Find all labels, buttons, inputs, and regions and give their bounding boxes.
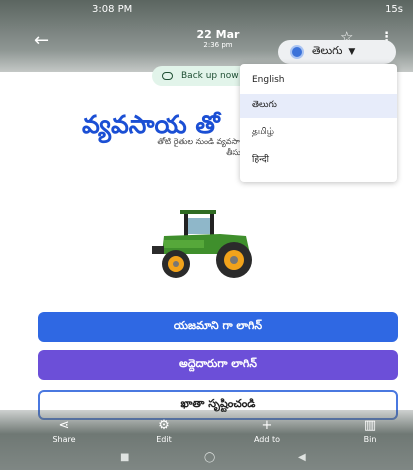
- share-icon: ⋖: [58, 418, 70, 433]
- subtitle-line-2: తీసుకోం: [226, 148, 250, 157]
- share-label: Share: [52, 435, 76, 444]
- bin-tool[interactable]: ▥ Bin: [340, 418, 400, 444]
- add-label: Add to: [253, 435, 281, 444]
- bin-label: Bin: [363, 435, 377, 444]
- menu-item-tamil[interactable]: தமிழ்: [240, 120, 397, 144]
- menu-item-english[interactable]: English: [240, 68, 397, 92]
- share-tool[interactable]: ⋖ Share: [34, 418, 94, 444]
- photo-date: 22 Mar: [196, 28, 240, 41]
- tractor-icon: [152, 210, 252, 278]
- photo-time: 2:36 pm: [203, 41, 233, 49]
- home-icon[interactable]: ◯: [204, 452, 215, 463]
- status-indicators: 15s: [385, 4, 403, 15]
- backup-label: Back up now: [181, 71, 239, 81]
- cloud-upload-icon: [162, 72, 173, 80]
- plus-icon: +: [261, 418, 273, 433]
- date-display: 22 Mar 2:36 pm: [188, 28, 248, 49]
- add-to-tool[interactable]: + Add to: [237, 418, 297, 444]
- globe-icon: [290, 45, 304, 59]
- caret-down-icon: ▼: [348, 47, 356, 57]
- status-time: 3:08 PM: [92, 4, 133, 15]
- page-subtitle: తోటి రైతుల నుండి వ్యవసాయ తీసుకోం: [110, 136, 250, 158]
- renter-login-button[interactable]: అద్దెదారుగా లాగిన్: [38, 350, 398, 380]
- owner-login-button[interactable]: యజమాని గా లాగిన్: [38, 312, 398, 342]
- back-arrow-icon[interactable]: ←: [34, 30, 49, 51]
- edit-label: Edit: [156, 435, 172, 444]
- recent-apps-icon[interactable]: ■: [120, 452, 129, 463]
- language-selected: తెలుగు: [312, 44, 343, 57]
- language-selector[interactable]: తెలుగు ▼: [278, 40, 396, 64]
- subtitle-line-1: తోటి రైతుల నుండి వ్యవసాయ: [157, 137, 250, 146]
- edit-tool[interactable]: ⚙ Edit: [134, 418, 194, 444]
- menu-item-telugu[interactable]: తెలుగు: [240, 94, 397, 118]
- menu-item-hindi[interactable]: हिन्दी: [240, 146, 397, 170]
- edit-icon: ⚙: [158, 418, 170, 433]
- trash-icon: ▥: [363, 418, 377, 433]
- nav-back-icon[interactable]: ◀: [298, 452, 306, 463]
- language-dropdown: English తెలుగు தமிழ் हिन्दी: [240, 64, 397, 182]
